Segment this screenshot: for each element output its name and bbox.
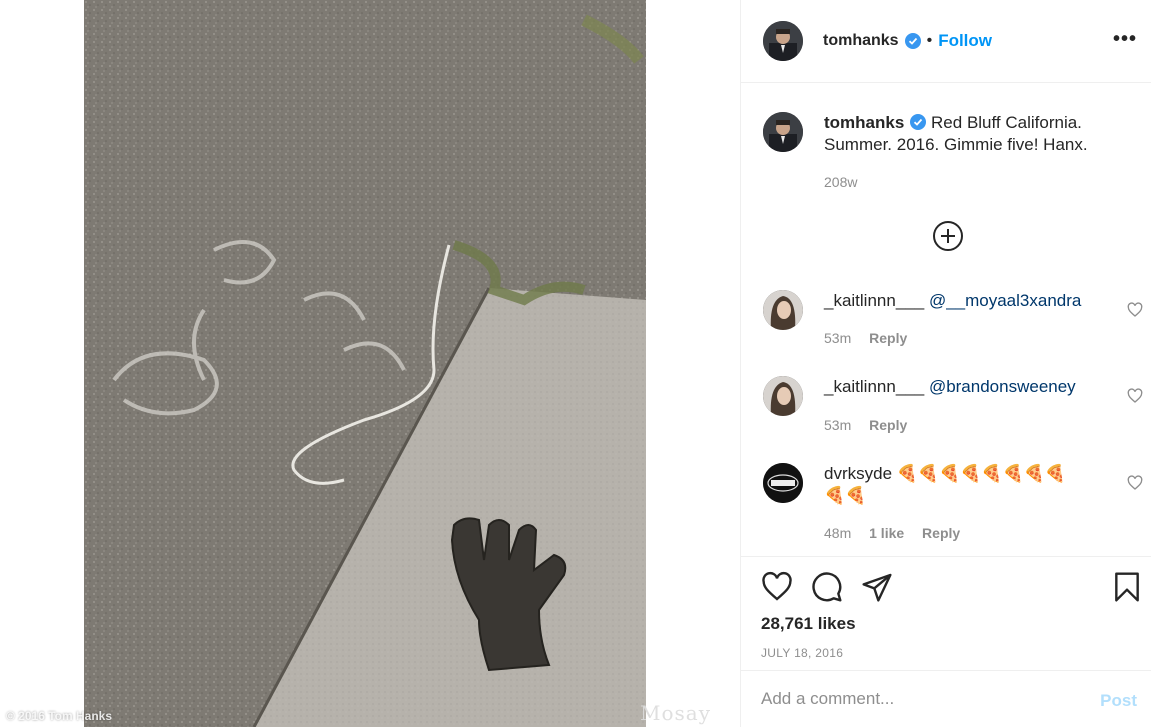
share-icon[interactable] [861, 571, 893, 603]
post-side-panel: tomhanks • Follow ••• tomhanks Red Bluff… [740, 0, 1151, 727]
load-more-plus-icon[interactable] [933, 221, 963, 251]
comment-text: _kaitlinnn___ @brandonsweeney [824, 376, 1084, 398]
caption-author-avatar[interactable] [763, 112, 803, 152]
caption-text: tomhanks Red Bluff California. Summer. 2… [824, 112, 1124, 156]
post-actions: 28,761 likes JULY 18, 2016 [741, 556, 1151, 670]
author-avatar[interactable] [763, 21, 803, 61]
comment-text: dvrksyde 🍕🍕🍕🍕🍕🍕🍕🍕🍕🍕 [824, 463, 1084, 507]
caption-username[interactable]: tomhanks [824, 113, 904, 132]
author-avatar-image [763, 21, 803, 61]
verified-badge-icon [904, 33, 921, 49]
add-comment-input[interactable] [761, 689, 1081, 709]
comment-mention[interactable]: @brandonsweeney [929, 377, 1076, 396]
post-header: tomhanks • Follow ••• [741, 0, 1151, 83]
reply-button[interactable]: Reply [869, 417, 907, 433]
likes-count[interactable]: 28,761 likes [761, 614, 856, 634]
commenter-avatar-image [763, 376, 803, 416]
comment-meta: 48m 1 like Reply [824, 525, 974, 541]
commenter-avatar[interactable] [763, 376, 803, 416]
comment-meta: 53m Reply [824, 330, 921, 346]
caption-verified-badge-icon [910, 114, 927, 130]
comment-likes-count[interactable]: 1 like [869, 525, 904, 541]
post-media-area: © 2016 Tom Hanks Mosay [0, 0, 740, 727]
photo-copyright-watermark: © 2016 Tom Hanks [6, 709, 112, 723]
comment-text: _kaitlinnn___ @__moyaal3xandra [824, 290, 1084, 312]
post-photo[interactable] [84, 0, 646, 727]
header-separator: • [926, 32, 933, 49]
comment-like-heart-icon[interactable] [1127, 388, 1143, 404]
comment-mention[interactable]: @__moyaal3xandra [929, 291, 1081, 310]
comment-timestamp[interactable]: 53m [824, 330, 851, 346]
bookmark-icon[interactable] [1111, 571, 1143, 603]
more-options-icon[interactable]: ••• [1113, 28, 1137, 51]
comment-like-heart-icon[interactable] [1127, 475, 1143, 491]
photo-graphic [84, 0, 646, 727]
commenter-username[interactable]: _kaitlinnn___ [824, 291, 924, 310]
caption-timestamp[interactable]: 208w [824, 174, 857, 190]
post-date[interactable]: JULY 18, 2016 [761, 646, 843, 660]
reply-button[interactable]: Reply [922, 525, 960, 541]
commenter-avatar[interactable] [763, 463, 803, 503]
photo-source-watermark: Mosay [640, 701, 712, 725]
commenter-username[interactable]: dvrksyde [824, 464, 892, 483]
comment-meta: 53m Reply [824, 417, 921, 433]
comment-like-heart-icon[interactable] [1127, 302, 1143, 318]
commenter-avatar[interactable] [763, 290, 803, 330]
reply-button[interactable]: Reply [869, 330, 907, 346]
comment-timestamp[interactable]: 48m [824, 525, 851, 541]
commenter-username[interactable]: _kaitlinnn___ [824, 377, 924, 396]
follow-button[interactable]: Follow [938, 31, 992, 51]
comments-section: tomhanks Red Bluff California. Summer. 2… [741, 84, 1151, 556]
comment-icon[interactable] [811, 571, 843, 603]
author-username[interactable]: tomhanks [823, 32, 899, 50]
commenter-avatar-image [763, 463, 803, 503]
caption-author-avatar-image [763, 112, 803, 152]
heart-icon[interactable] [761, 571, 793, 603]
post-comment-button[interactable]: Post [1100, 691, 1137, 711]
comment-timestamp[interactable]: 53m [824, 417, 851, 433]
commenter-avatar-image [763, 290, 803, 330]
add-comment-bar: Post [741, 670, 1151, 727]
